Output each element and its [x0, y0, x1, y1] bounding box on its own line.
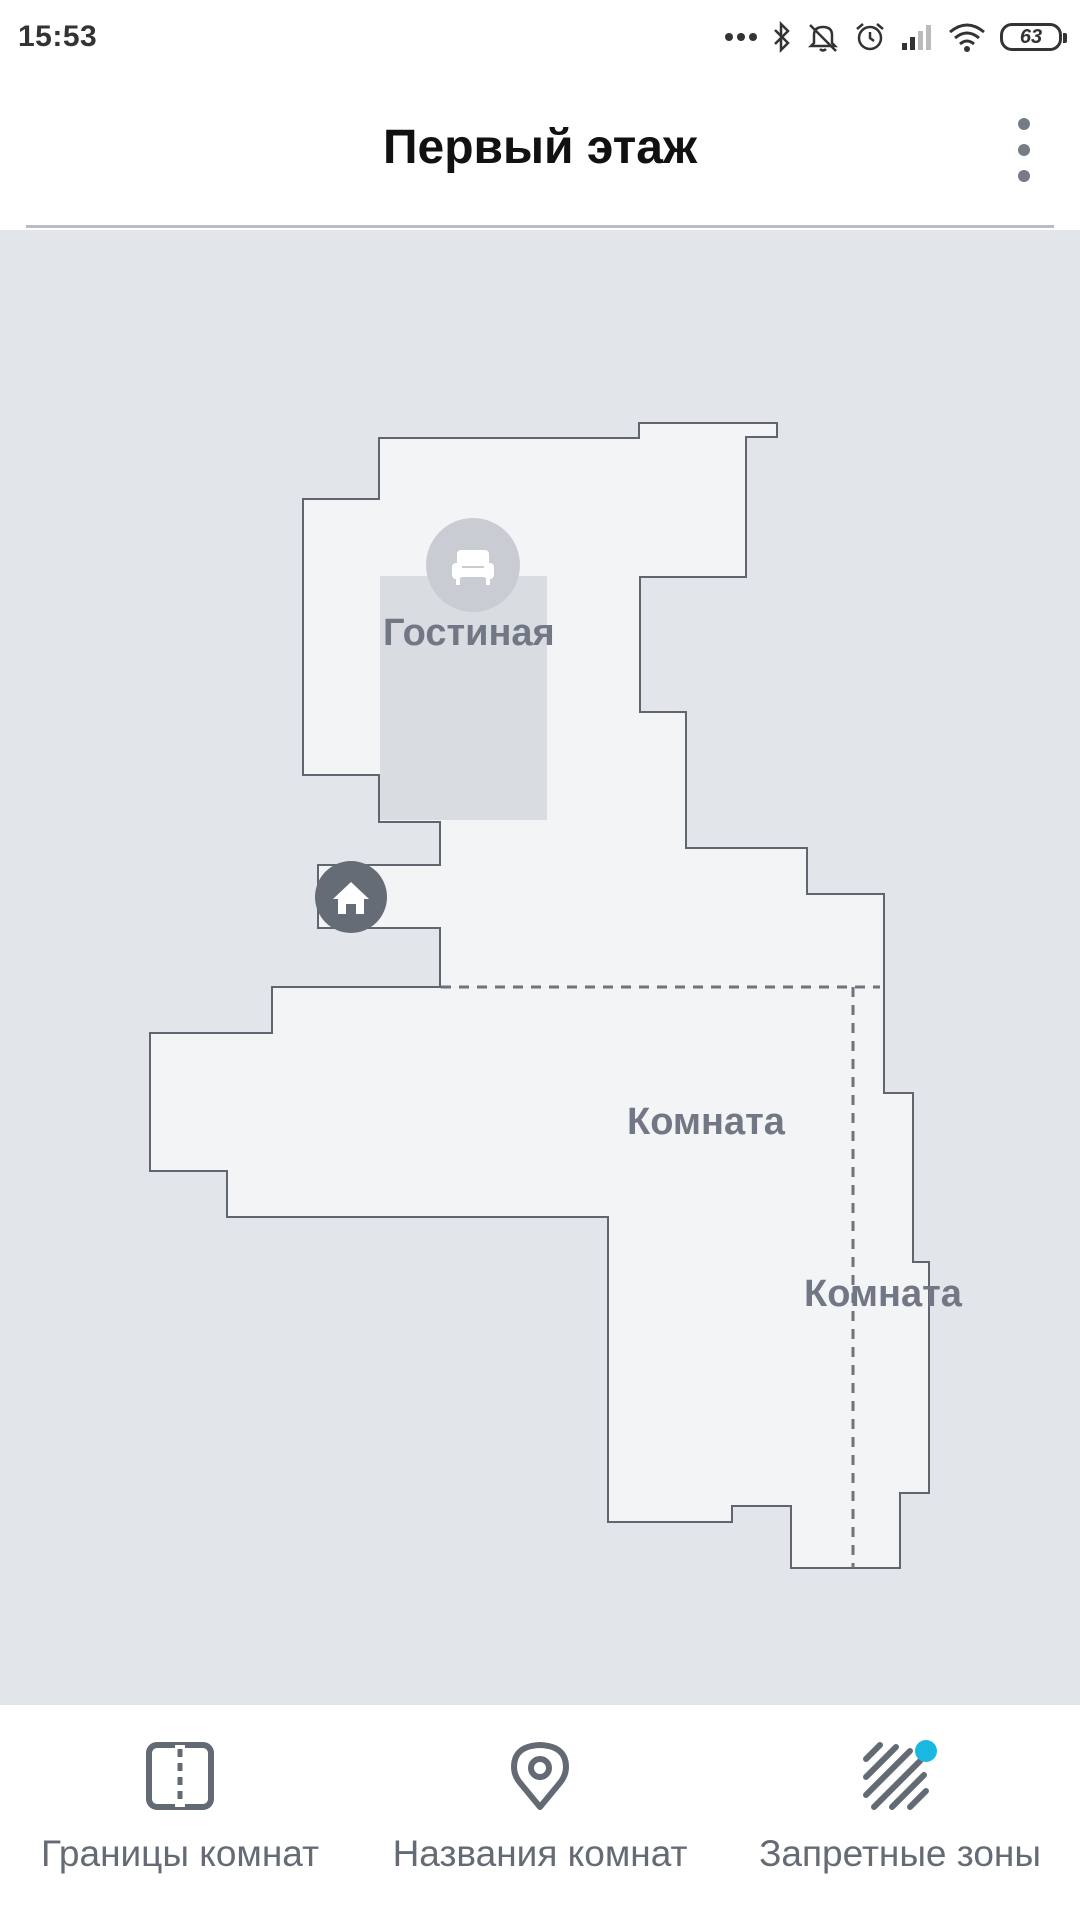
- alarm-icon: [856, 23, 884, 51]
- room-split-icon: [145, 1739, 215, 1813]
- wifi-icon: [949, 23, 985, 52]
- bluetooth-icon: [774, 21, 790, 53]
- living-room-icon[interactable]: [426, 518, 520, 612]
- floor-map-canvas: [149, 422, 930, 1569]
- more-menu-button[interactable]: [1004, 118, 1044, 182]
- battery-level: 63: [1019, 25, 1043, 48]
- status-time: 15:53: [18, 20, 98, 53]
- no-go-zones-button[interactable]: Запретные зоны: [720, 1705, 1080, 1920]
- room-boundaries-label: Границы комнат: [40, 1833, 320, 1874]
- more-dots-icon: [725, 33, 757, 41]
- bottom-toolbar: Границы комнат Названия комнат Запретные…: [0, 1705, 1080, 1920]
- dock-station[interactable]: [315, 861, 387, 933]
- room-names-label: Названия комнат: [392, 1833, 688, 1874]
- status-icons: 63: [724, 21, 1067, 53]
- header: Первый этаж: [0, 74, 1080, 228]
- battery-icon: 63: [1000, 23, 1067, 51]
- location-pin-icon: [509, 1739, 571, 1813]
- room-label-living[interactable]: Гостиная: [383, 612, 555, 655]
- room-label-room-1[interactable]: Комната: [627, 1101, 785, 1144]
- mute-icon: [807, 24, 839, 52]
- more-vert-icon: [1018, 118, 1030, 130]
- no-go-zone-badge: [915, 1740, 937, 1762]
- page-title: Первый этаж: [383, 121, 697, 174]
- room-boundaries-button[interactable]: Границы комнат: [0, 1705, 360, 1920]
- floor-map[interactable]: Гостиная Комната Комната: [0, 230, 1080, 1705]
- room-names-button[interactable]: Названия комнат: [360, 1705, 720, 1920]
- cell-signal-icon: [902, 25, 931, 50]
- status-bar: 15:53 63: [0, 0, 1080, 74]
- no-go-zone-icon: [860, 1739, 940, 1813]
- room-label-room-2[interactable]: Комната: [804, 1273, 962, 1316]
- header-divider: [26, 225, 1054, 228]
- no-go-zones-label: Запретные зоны: [759, 1833, 1041, 1874]
